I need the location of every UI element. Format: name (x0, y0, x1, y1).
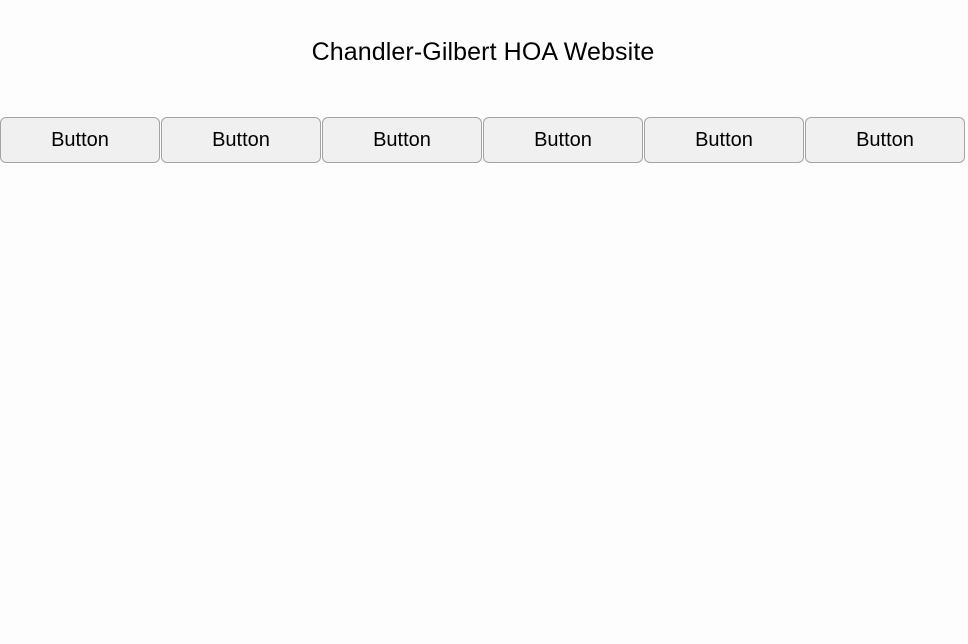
nav-button-2[interactable]: Button (161, 117, 321, 163)
nav-button-6[interactable]: Button (805, 117, 965, 163)
nav-button-1[interactable]: Button (0, 117, 160, 163)
page: Chandler-Gilbert HOA Website Button Butt… (0, 0, 968, 644)
nav-button-5[interactable]: Button (644, 117, 804, 163)
page-title: Chandler-Gilbert HOA Website (311, 38, 655, 66)
button-row: Button Button Button Button Button Butto… (0, 117, 968, 163)
nav-button-4[interactable]: Button (483, 117, 643, 163)
nav-button-3[interactable]: Button (322, 117, 482, 163)
